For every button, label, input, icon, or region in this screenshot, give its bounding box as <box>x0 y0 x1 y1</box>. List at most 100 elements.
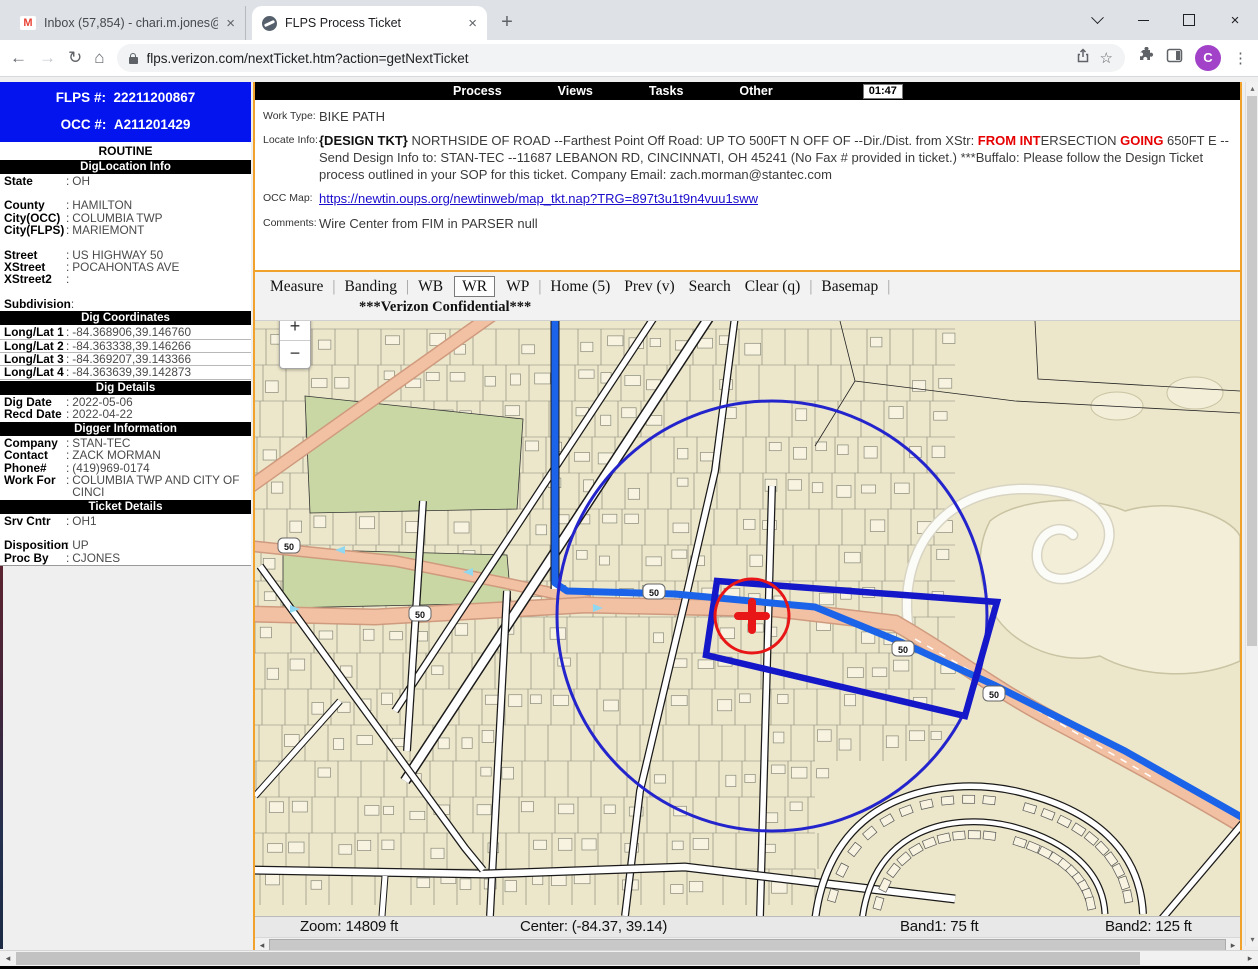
map-canvas[interactable]: 50 50 50 50 50 <box>255 321 1240 916</box>
avatar[interactable]: C <box>1195 45 1221 71</box>
omnibox[interactable]: flps.verizon.com/nextTicket.htm?action=g… <box>117 44 1125 72</box>
svg-text:50: 50 <box>284 542 294 552</box>
app-menubar: Process Views Tasks Other 01:47 <box>255 82 1240 100</box>
toolbar-divider: | <box>406 278 409 295</box>
menu-dots-icon[interactable]: ⋮ <box>1233 49 1248 67</box>
home-icon[interactable]: ⌂ <box>94 48 104 68</box>
toolbar-button-wb[interactable]: WB <box>418 278 443 295</box>
field-row: Long/Lat 3:-84.369207,39.143366 <box>0 353 251 366</box>
ticket-id-header: FLPS #: 22211200867 OCC #: A211201429 <box>0 82 251 142</box>
scrollbar-thumb[interactable] <box>1247 96 1257 646</box>
ticket-sidebar: FLPS #: 22211200867 OCC #: A211201429 RO… <box>0 82 251 566</box>
tab-title: FLPS Process Ticket <box>285 16 460 30</box>
toolbar-button-measure[interactable]: Measure <box>270 278 323 295</box>
toolbar-button-wr[interactable]: WR <box>454 276 495 297</box>
field-row: Long/Lat 4:-84.363639,39.142873 <box>0 366 251 379</box>
gmail-icon: M <box>20 16 36 30</box>
page-vertical-scrollbar[interactable]: ▴ ▾ <box>1245 82 1258 946</box>
page: FLPS #: 22211200867 OCC #: A211201429 RO… <box>0 78 1258 969</box>
toolbar-button-home-5-[interactable]: Home (5) <box>550 278 610 295</box>
highway-shield: 50 <box>892 641 914 656</box>
locate-part: {DESIGN TKT} <box>319 133 408 148</box>
maximize-button[interactable] <box>1166 0 1212 40</box>
forward-icon[interactable]: → <box>39 48 56 68</box>
scroll-up-icon[interactable]: ▴ <box>1246 82 1258 95</box>
tab-strip: M Inbox (57,854) - chari.m.jones@v × FLP… <box>0 0 1258 40</box>
toolbar-divider: | <box>538 278 541 295</box>
close-icon[interactable]: × <box>468 16 477 31</box>
status-band1: Band1: 75 ft <box>900 918 979 935</box>
toolbar-button-basemap[interactable]: Basemap <box>821 278 878 295</box>
reload-icon[interactable]: ↻ <box>68 48 82 68</box>
field-row: Subdivision: <box>0 298 251 310</box>
share-icon[interactable] <box>1075 48 1091 69</box>
section-header: Dig Coordinates <box>0 311 251 325</box>
occ-map-row: OCC Map: https://newtin.oups.org/newtinw… <box>263 190 1232 208</box>
menu-item-other[interactable]: Other <box>739 84 772 98</box>
back-icon[interactable]: ← <box>10 48 27 68</box>
screen: M Inbox (57,854) - chari.m.jones@v × FLP… <box>0 0 1258 969</box>
close-icon[interactable]: × <box>226 16 235 31</box>
occ-number: OCC #: A211201429 <box>0 117 251 132</box>
svg-text:50: 50 <box>649 588 659 598</box>
toolbar-button-wp[interactable]: WP <box>506 278 529 295</box>
toolbar-button-clear-q-[interactable]: Clear (q) <box>745 278 801 295</box>
menu-item-process[interactable]: Process <box>453 84 502 98</box>
section-header: Dig Details <box>0 381 251 395</box>
zoom-in-button[interactable]: + <box>280 320 310 341</box>
status-center: Center: (-84.37, 39.14) <box>520 918 667 935</box>
toolbar-button-prev-v-[interactable]: Prev (v) <box>624 278 674 295</box>
menu-item-views[interactable]: Views <box>558 84 593 98</box>
confidential-banner: ***Verizon Confidential*** <box>255 299 1240 320</box>
zoom-out-button[interactable]: − <box>280 341 310 367</box>
close-window-button[interactable]: × <box>1212 0 1258 40</box>
timer-badge: 01:47 <box>863 84 903 99</box>
tab-gmail[interactable]: M Inbox (57,854) - chari.m.jones@v × <box>10 6 246 40</box>
new-tab-button[interactable]: + <box>493 9 521 37</box>
toolbar-button-banding[interactable]: Banding <box>344 278 397 295</box>
field-row: Long/Lat 2:-84.363338,39.146266 <box>0 340 251 353</box>
url-text[interactable]: flps.verizon.com/nextTicket.htm?action=g… <box>147 51 1066 66</box>
tab-flps[interactable]: FLPS Process Ticket × <box>252 6 487 40</box>
occ-map-link[interactable]: https://newtin.oups.org/newtinweb/map_tk… <box>319 191 758 206</box>
flps-favicon <box>262 16 277 31</box>
address-bar: ← → ↻ ⌂ flps.verizon.com/nextTicket.htm?… <box>0 40 1258 77</box>
field-row: Contact:ZACK MORMAN <box>0 449 251 461</box>
svg-text:50: 50 <box>989 690 999 700</box>
highway-shield: 50 <box>409 606 431 621</box>
comments-row: Comments: Wire Center from FIM in PARSER… <box>263 215 1232 232</box>
section-header: Ticket Details <box>0 500 251 514</box>
tab-search-icon[interactable] <box>1074 0 1120 40</box>
section-header: Digger Information <box>0 422 251 436</box>
scroll-left-icon[interactable]: ◂ <box>0 951 16 966</box>
field-row: Work For:COLUMBIA TWP AND CITY OF CINCI <box>0 474 251 499</box>
map-toolbar-buttons: Measure | Banding | WB WR WP | Home (5) Prev (v) S… <box>255 272 1240 299</box>
map-viewport[interactable]: 50 50 50 50 50 + − <box>255 320 1240 916</box>
window-controls: × <box>1074 0 1258 40</box>
scroll-right-icon[interactable]: ▸ <box>1242 951 1258 966</box>
field-row: FS Id: <box>0 564 251 566</box>
menu-item-tasks[interactable]: Tasks <box>649 84 684 98</box>
field-row: County:HAMILTON <box>0 199 251 211</box>
field-row: City(FLPS):MARIEMONT <box>0 224 251 236</box>
scroll-down-icon[interactable]: ▾ <box>1246 933 1258 946</box>
field-row: Proc By:CJONES <box>0 552 251 564</box>
toolbar-button-search[interactable]: Search <box>689 278 731 295</box>
extensions-icon[interactable] <box>1137 47 1154 69</box>
sidebar-groups: DigLocation InfoState:OHCounty:HAMILTONC… <box>0 160 251 566</box>
field-row: XStreet2: <box>0 273 251 285</box>
highway-shield: 50 <box>983 686 1005 701</box>
bookmark-star-icon[interactable]: ☆ <box>1100 49 1113 67</box>
side-panel-icon[interactable] <box>1166 47 1183 69</box>
toolbar-divider: | <box>887 278 890 295</box>
locate-part: ERSECTION <box>1041 133 1120 148</box>
flps-number: FLPS #: 22211200867 <box>0 90 251 105</box>
minimize-button[interactable] <box>1120 0 1166 40</box>
field-row: State:OH <box>0 175 251 187</box>
lock-icon[interactable] <box>129 57 138 64</box>
page-horizontal-scrollbar[interactable]: ◂ ▸ <box>0 950 1258 966</box>
ticket-info: Work Type: BIKE PATH Locate Info: {DESIG… <box>255 100 1240 270</box>
scrollbar-thumb[interactable] <box>16 952 1140 965</box>
map-section: Measure | Banding | WB WR WP | Home (5) Prev (v) S… <box>255 270 1240 954</box>
locate-part: GOING <box>1120 133 1163 148</box>
